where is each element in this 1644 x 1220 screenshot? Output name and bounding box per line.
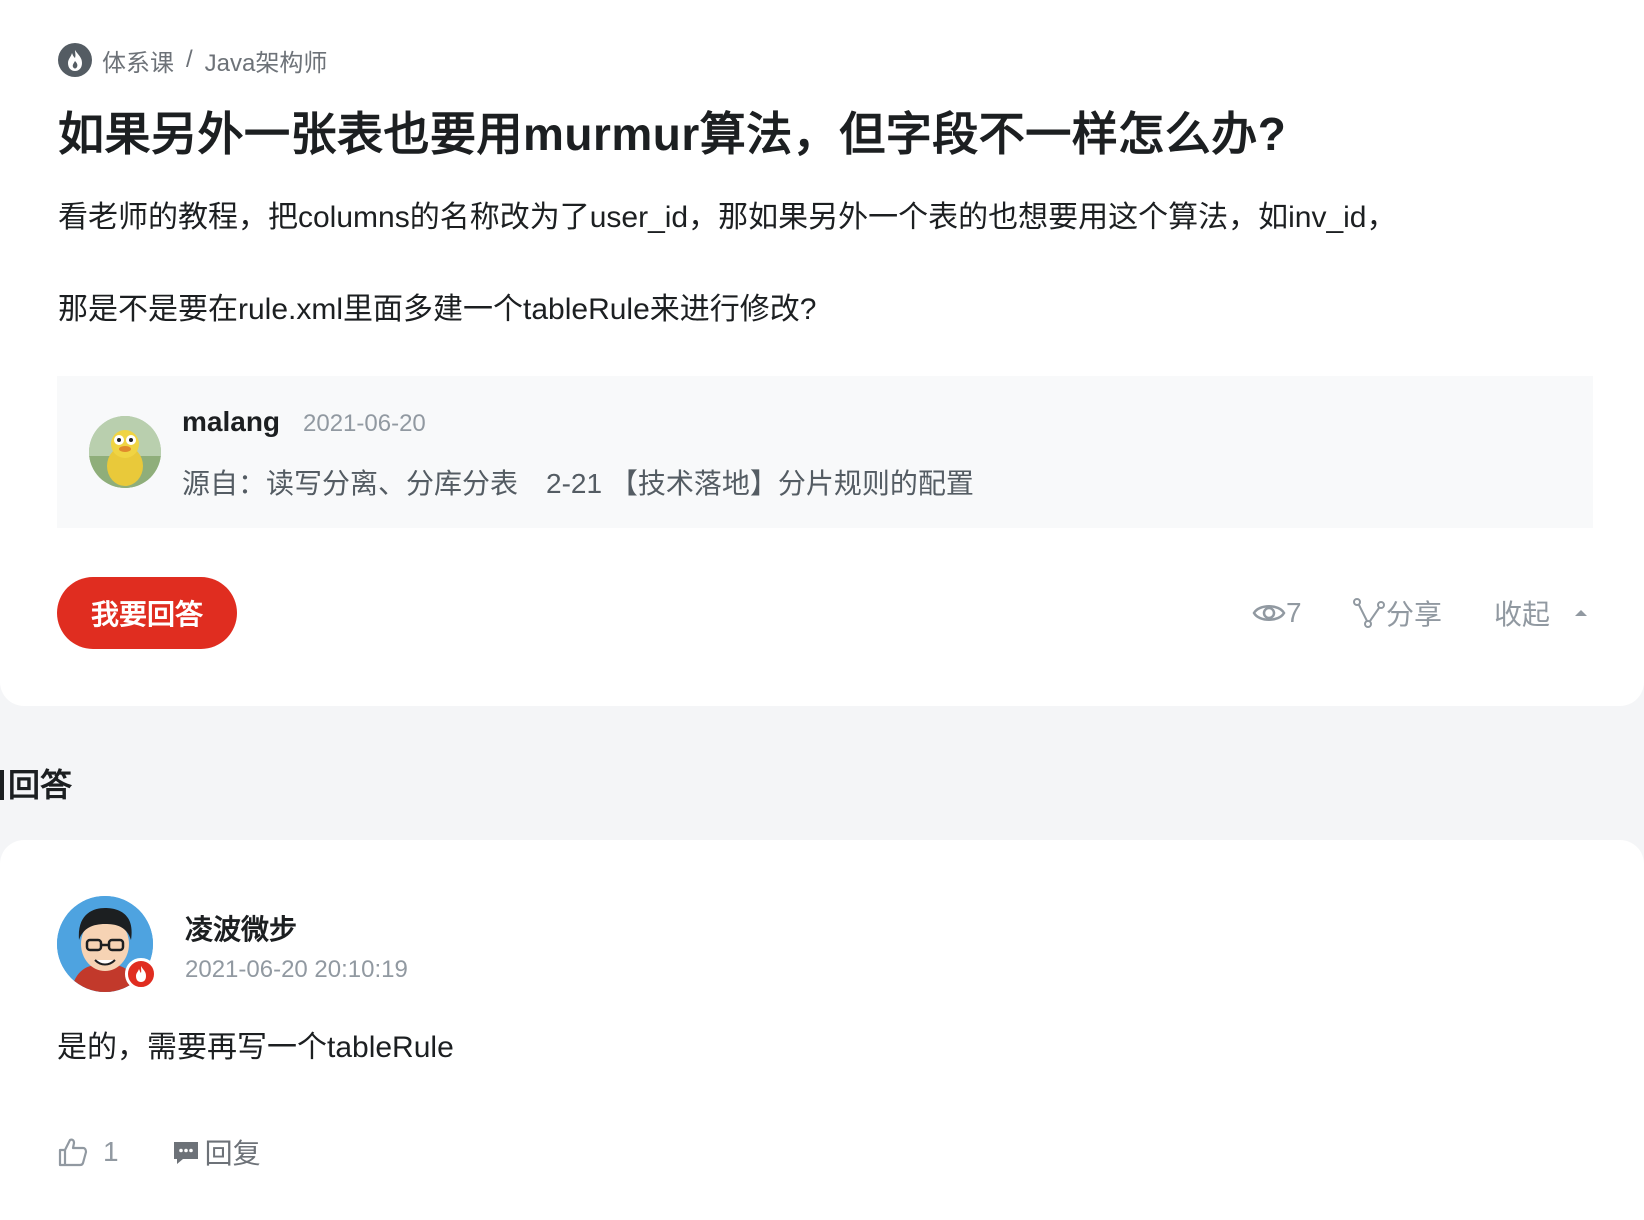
source-link[interactable]: 源自：读写分离、分库分表 2-21 【技术落地】分片规则的配置 [182,462,974,502]
section-accent-bar [0,770,4,800]
question-meta: malang 2021-06-20 源自：读写分离、分库分表 2-21 【技术落… [57,376,1593,528]
question-body-line: 看老师的教程，把columns的名称改为了user_id，那如果另外一个表的也想… [58,201,1397,234]
breadcrumb-separator: / [186,46,193,73]
question-body-line: 那是不是要在rule.xml里面多建一个tableRule来进行修改? [58,293,817,326]
like-count: 1 [103,1136,119,1167]
question-title: 如果另外一张表也要用murmur算法，但字段不一样怎么办? [58,108,1287,160]
thumbs-up-icon[interactable] [57,1136,89,1168]
share-icon [1353,598,1385,628]
answer-actions: 1 回复 [57,1130,261,1174]
breadcrumb: 体系课 / Java架构师 [58,40,327,80]
question-date: 2021-06-20 [303,410,426,437]
avatar[interactable] [89,416,161,488]
answer-content: 是的，需要再写一个tableRule [57,1031,454,1064]
answer-card: 凌波微步 2021-06-20 20:10:19 是的，需要再写一个tableR… [0,840,1644,1220]
answers-section-title: 回答 [0,760,72,806]
comment-icon[interactable] [171,1137,201,1167]
collapse-button[interactable]: 收起 [1494,590,1596,636]
views-counter: 7 [1252,590,1302,636]
answer-author-name[interactable]: 凌波微步 [185,908,297,948]
share-label: 分享 [1386,599,1443,630]
breadcrumb-course[interactable]: Java架构师 [205,43,328,78]
reply-button[interactable]: 回复 [205,1132,261,1172]
eye-icon [1252,605,1286,621]
caret-up-icon [1575,610,1588,616]
answer-button[interactable]: 我要回答 [57,577,237,649]
question-card: 体系课 / Java架构师 如果另外一张表也要用murmur算法，但字段不一样怎… [0,0,1644,706]
answers-label: 回答 [8,767,73,803]
collapse-label: 收起 [1494,599,1551,630]
logo-flame-icon[interactable] [58,43,92,77]
share-button[interactable]: 分享 [1352,590,1442,636]
breadcrumb-category[interactable]: 体系课 [102,43,174,78]
question-body: 看老师的教程，把columns的名称改为了user_id，那如果另外一个表的也想… [58,196,1598,380]
views-count: 7 [1286,597,1302,628]
flame-badge-icon [125,958,157,990]
author-name[interactable]: malang [182,406,280,438]
answer-datetime: 2021-06-20 20:10:19 [185,956,408,983]
